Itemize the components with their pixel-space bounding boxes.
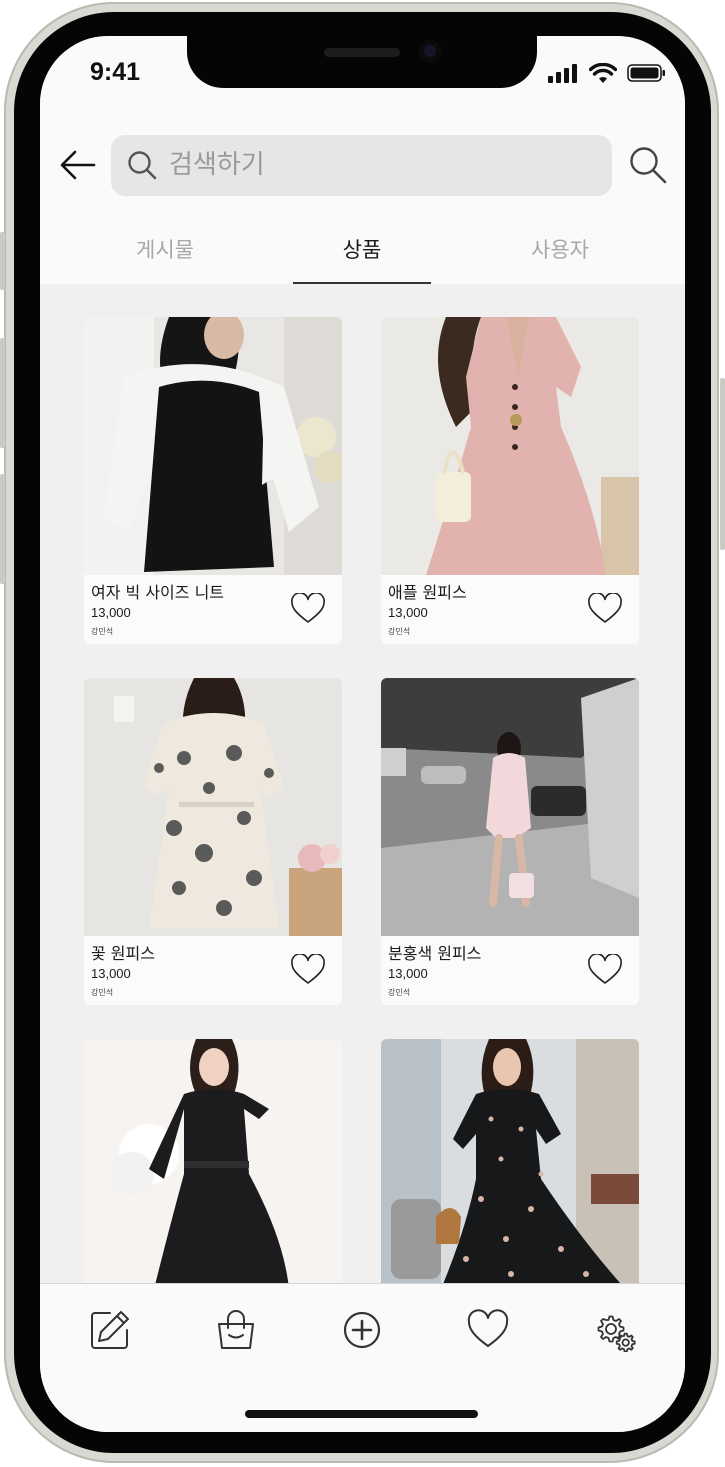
nav-add-button[interactable] bbox=[340, 1308, 384, 1352]
product-image bbox=[84, 1039, 342, 1283]
power-button bbox=[720, 378, 725, 550]
search-button[interactable] bbox=[628, 145, 668, 185]
product-card[interactable]: 애플 원피스 13,000 강민석 bbox=[381, 317, 639, 644]
product-name: 여자 빅 사이즈 니트 bbox=[91, 583, 225, 602]
product-grid: 여자 빅 사이즈 니트 13,000 강민석 애플 원피스 13,000 강민석… bbox=[40, 284, 685, 1283]
product-price: 13,000 bbox=[388, 966, 428, 981]
like-button[interactable] bbox=[290, 592, 326, 625]
earpiece-speaker bbox=[324, 48, 400, 57]
product-card[interactable]: 꽃 원피스 13,000 강민석 bbox=[84, 678, 342, 1005]
status-time: 9:41 bbox=[90, 58, 141, 86]
product-price: 13,000 bbox=[388, 605, 428, 620]
heart-icon bbox=[291, 592, 325, 623]
wifi-icon bbox=[589, 63, 617, 83]
product-price: 13,000 bbox=[91, 605, 131, 620]
product-seller: 강민석 bbox=[388, 988, 411, 997]
nav-shop-button[interactable] bbox=[214, 1308, 258, 1352]
nav-likes-button[interactable] bbox=[466, 1308, 510, 1352]
product-name: 꽃 원피스 bbox=[91, 944, 155, 963]
front-camera bbox=[419, 40, 441, 62]
search-bar[interactable] bbox=[111, 135, 612, 196]
like-button[interactable] bbox=[587, 953, 623, 986]
product-image bbox=[381, 317, 639, 575]
notch bbox=[187, 36, 537, 88]
like-button[interactable] bbox=[290, 953, 326, 986]
heart-icon bbox=[588, 592, 622, 623]
arrow-left-icon bbox=[60, 150, 96, 180]
product-image bbox=[381, 1039, 639, 1283]
product-name: 분홍색 원피스 bbox=[388, 944, 482, 963]
search-icon bbox=[630, 147, 667, 184]
pencil-icon bbox=[91, 1311, 129, 1349]
cellular-signal-icon bbox=[548, 64, 577, 83]
mute-switch bbox=[0, 232, 5, 290]
volume-up-button bbox=[0, 338, 5, 448]
tab-bar: 게시물 상품 사용자 bbox=[40, 228, 685, 284]
heart-icon bbox=[588, 953, 622, 984]
search-header: 게시물 상품 사용자 bbox=[40, 116, 685, 284]
search-input[interactable] bbox=[169, 143, 589, 187]
product-seller: 강민석 bbox=[388, 627, 411, 636]
tab-users[interactable]: 사용자 bbox=[491, 228, 629, 284]
product-name: 애플 원피스 bbox=[388, 583, 467, 602]
product-image bbox=[381, 678, 639, 936]
product-card[interactable] bbox=[381, 1039, 639, 1283]
heart-icon bbox=[467, 1309, 509, 1347]
tab-products[interactable]: 상품 bbox=[293, 228, 431, 284]
bottom-nav bbox=[40, 1283, 685, 1432]
gear-icon bbox=[597, 1315, 636, 1352]
product-seller: 강민석 bbox=[91, 988, 114, 997]
nav-write-button[interactable] bbox=[88, 1308, 132, 1352]
volume-down-button bbox=[0, 474, 5, 584]
search-icon bbox=[128, 151, 157, 180]
nav-settings-button[interactable] bbox=[592, 1308, 636, 1352]
back-button[interactable] bbox=[58, 144, 100, 186]
shopping-bag-icon bbox=[218, 1310, 254, 1349]
product-card[interactable]: 여자 빅 사이즈 니트 13,000 강민석 bbox=[84, 317, 342, 644]
product-image bbox=[84, 678, 342, 936]
battery-icon bbox=[627, 64, 665, 82]
product-image bbox=[84, 317, 342, 575]
product-card[interactable] bbox=[84, 1039, 342, 1283]
tab-posts[interactable]: 게시물 bbox=[96, 228, 234, 284]
screen: 9:41 검색하기 게시물 상품 사용자 여자 빅 사이즈 니트 13,000 … bbox=[40, 36, 685, 1432]
product-seller: 강민석 bbox=[91, 627, 114, 636]
product-price: 13,000 bbox=[91, 966, 131, 981]
heart-icon bbox=[291, 953, 325, 984]
product-card[interactable]: 분홍색 원피스 13,000 강민석 bbox=[381, 678, 639, 1005]
plus-circle-icon bbox=[343, 1311, 381, 1349]
home-indicator[interactable] bbox=[245, 1410, 478, 1418]
like-button[interactable] bbox=[587, 592, 623, 625]
